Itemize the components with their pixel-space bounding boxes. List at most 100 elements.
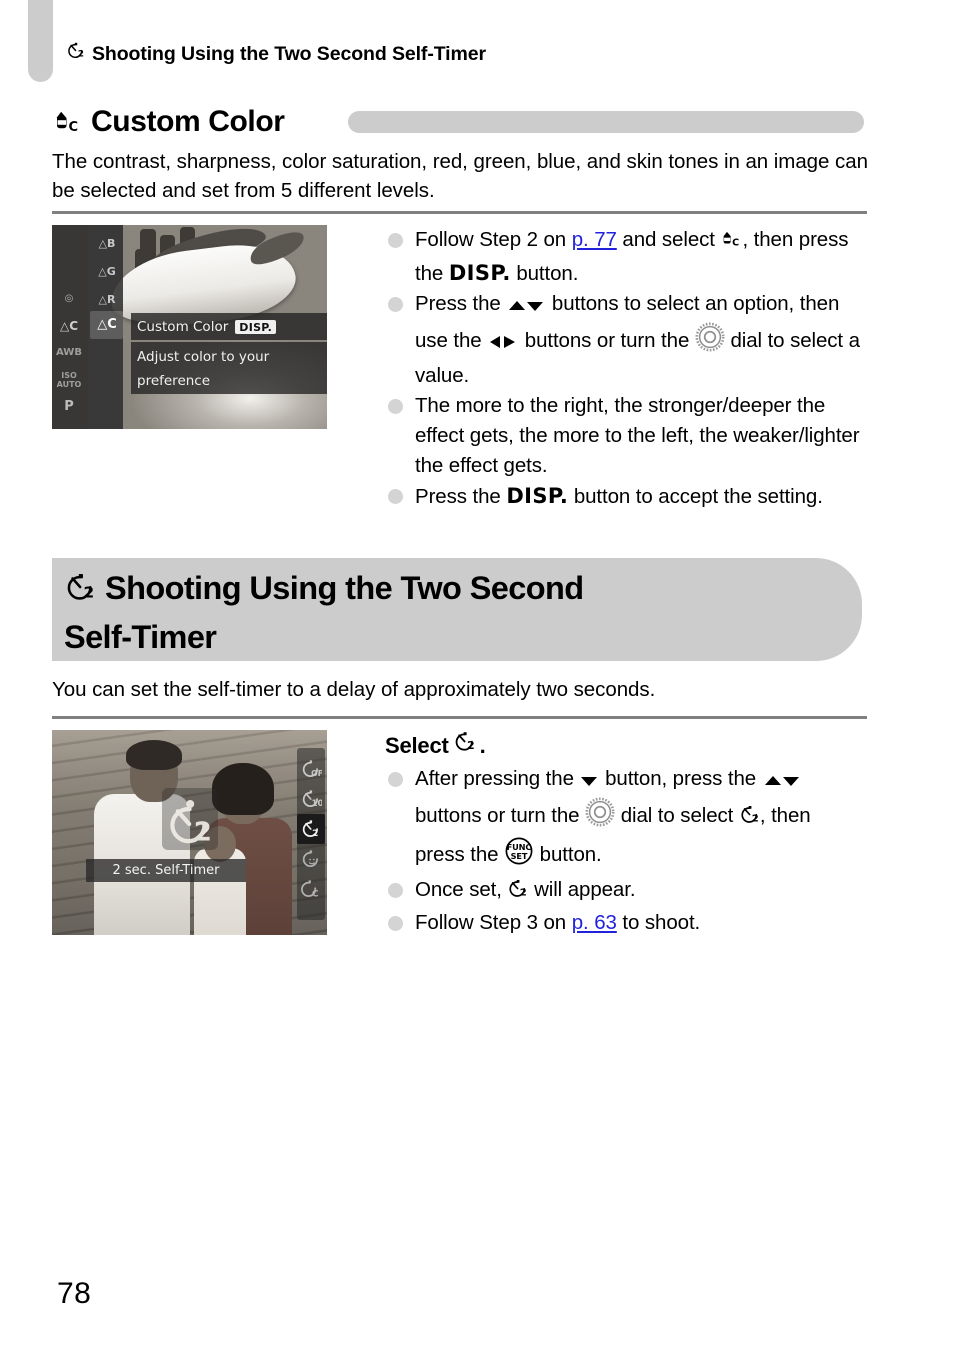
svg-text:C: C: [69, 120, 79, 135]
self-timer-step-block: 2 2 sec. Self-Timer OFF 10: [52, 730, 865, 938]
photo-subject-woman-hair: [212, 763, 274, 815]
up-down-buttons-icon: [762, 767, 802, 797]
custom-color-icon: C: [52, 109, 82, 135]
bullet-text-after-pressing: After pressing the: [415, 767, 574, 790]
bullet-once-set: Once set, 2 will appear.: [385, 875, 865, 908]
bullet-text-button: button.: [516, 262, 579, 285]
bullet-text-press-the: Press the: [415, 292, 501, 315]
lcd-option-description-line-1: Adjust color to your: [137, 349, 270, 365]
bullet-text-accept: button to accept the: [573, 485, 752, 508]
lcd-menu-item-c[interactable]: △C: [92, 317, 122, 332]
bullet-text-press-the: Press the: [415, 485, 501, 508]
lcd-option-label-row: Custom Color DISP.: [131, 313, 327, 340]
lcd-custom-color-icon: △C: [59, 319, 79, 333]
lcd-metering-icon: ◎: [64, 293, 74, 304]
custom-color-step-block: △B △G △R △C ◎ △C AWB ISO AUTO P Custom Co…: [52, 225, 865, 512]
page-reference-p77[interactable]: p. 77: [572, 228, 617, 251]
bullet-follow-step-2: Follow Step 2 on p. 77 and select C , th…: [385, 225, 865, 289]
svg-text:OFF: OFF: [311, 769, 322, 778]
down-button-icon: [579, 767, 599, 797]
bullet-text-mid: and select: [616, 228, 715, 251]
bullet-text-post: to shoot.: [616, 911, 701, 934]
self-timer-2sec-icon: 2: [64, 570, 96, 615]
lcd-iso-icon: ISO AUTO: [56, 371, 82, 389]
self-timer-2sec-icon-large: 2: [165, 790, 213, 850]
camera-lcd-self-timer: 2 2 sec. Self-Timer OFF 10: [52, 730, 327, 935]
custom-color-intro: The contrast, sharpness, color saturatio…: [52, 150, 868, 202]
lcd-option-description: Adjust color to your preference: [131, 342, 327, 394]
control-dial-icon: [585, 797, 615, 836]
bullet-text-button: button.: [539, 843, 602, 866]
bullet-text-or-turn: buttons or turn the: [415, 804, 580, 827]
lcd-awb-icon: AWB: [56, 347, 82, 358]
lcd-menu-item-b[interactable]: △B: [92, 237, 122, 250]
svg-text:2: 2: [312, 829, 318, 839]
bullet-text-once-set: Once set,: [415, 878, 502, 901]
bullet-text-will-appear: will appear.: [534, 878, 636, 901]
self-timer-section-title-line-1: Shooting Using the Two Second: [105, 570, 584, 606]
section-divider-1: [52, 211, 867, 214]
svg-text:C: C: [733, 238, 740, 249]
lcd-menu-item-g[interactable]: △G: [92, 265, 122, 278]
func-set-button-icon: FUNC SET: [504, 836, 534, 875]
lcd-mode-p-icon: P: [64, 399, 74, 414]
self-timer-2sec-icon: 2: [66, 41, 85, 66]
self-timer-custom-icon[interactable]: C: [297, 874, 325, 904]
svg-text:2: 2: [83, 583, 93, 601]
photo-subject-man-hair: [126, 740, 182, 770]
bullet-text-or-turn: buttons or turn the: [524, 329, 690, 352]
custom-color-bullet-list: Follow Step 2 on p. 77 and select C , th…: [385, 225, 865, 512]
section-divider-2: [52, 716, 867, 719]
bullet-follow-step-3: Follow Step 3 on p. 63 to shoot.: [385, 908, 865, 938]
left-right-buttons-icon: [487, 329, 519, 359]
chapter-index-tab: [28, 0, 53, 82]
disp-button-label: DISP.: [448, 261, 511, 285]
svg-text:C: C: [312, 889, 319, 900]
self-timer-2sec-icon: 2: [453, 730, 476, 759]
self-timer-10sec-icon[interactable]: 10: [297, 784, 325, 814]
custom-color-heading: C Custom Color: [52, 101, 864, 143]
self-timer-intro: You can set the self-timer to a delay of…: [52, 678, 656, 701]
running-header: 2 Shooting Using the Two Second Self-Tim…: [66, 41, 486, 66]
page-reference-p63[interactable]: p. 63: [572, 911, 617, 934]
bullet-text-setting: setting.: [757, 485, 823, 508]
svg-text:2: 2: [752, 813, 759, 824]
custom-color-icon: C: [720, 228, 742, 258]
bullet-text-then: , then: [742, 228, 794, 251]
running-header-text: Shooting Using the Two Second Self-Timer: [92, 43, 486, 65]
bullet-text-line-1: The more to the right, the stronger/deep…: [415, 394, 792, 417]
lcd-selftimer-caption: 2 sec. Self-Timer: [86, 859, 246, 882]
svg-text:2: 2: [78, 50, 84, 60]
bullet-text-pre: Follow Step 2 on: [415, 228, 572, 251]
self-timer-face-icon[interactable]: [297, 844, 325, 874]
self-timer-instructions: Select 2 . After pressing the button, pr…: [385, 730, 865, 938]
lcd-disp-chip: DISP.: [235, 319, 277, 334]
bullet-text-select-option: buttons to select an option,: [551, 292, 795, 315]
lcd-menu-item-r[interactable]: △R: [92, 293, 122, 306]
svg-text:SET: SET: [511, 851, 528, 861]
step-title-period: .: [479, 733, 486, 758]
disp-button-label: DISP.: [506, 484, 569, 508]
self-timer-2sec-icon[interactable]: 2: [297, 814, 325, 844]
bullet-text-dial-select: dial to select: [620, 804, 734, 827]
step-title-text: Select: [385, 733, 449, 758]
bullet-press-updown: Press the buttons to select an option, t…: [385, 289, 865, 391]
lcd-option-label: Custom Color: [137, 318, 229, 335]
svg-text:2: 2: [194, 817, 212, 847]
bullet-text-button-press: button, press the: [605, 767, 757, 790]
control-dial-icon: [695, 322, 725, 361]
page-number: 78: [57, 1277, 92, 1310]
self-timer-2sec-icon: 2: [507, 878, 528, 908]
self-timer-off-icon[interactable]: OFF: [297, 754, 325, 784]
custom-color-instructions: Follow Step 2 on p. 77 and select C , th…: [385, 225, 865, 512]
self-timer-step-title: Select 2 .: [385, 730, 865, 759]
bullet-more-to-right: The more to the right, the stronger/deep…: [385, 391, 865, 481]
self-timer-section-title-line-2: Self-Timer: [64, 619, 217, 655]
up-down-buttons-icon: [506, 292, 546, 322]
camera-lcd-custom-color: △B △G △R △C ◎ △C AWB ISO AUTO P Custom Co…: [52, 225, 327, 429]
self-timer-bullet-list: After pressing the button, press the but…: [385, 764, 865, 938]
svg-text:2: 2: [520, 887, 527, 898]
bullet-press-disp-accept: Press the DISP. button to accept the set…: [385, 481, 865, 512]
svg-text:10: 10: [312, 799, 322, 809]
custom-color-heading-text: Custom Color: [91, 105, 285, 138]
